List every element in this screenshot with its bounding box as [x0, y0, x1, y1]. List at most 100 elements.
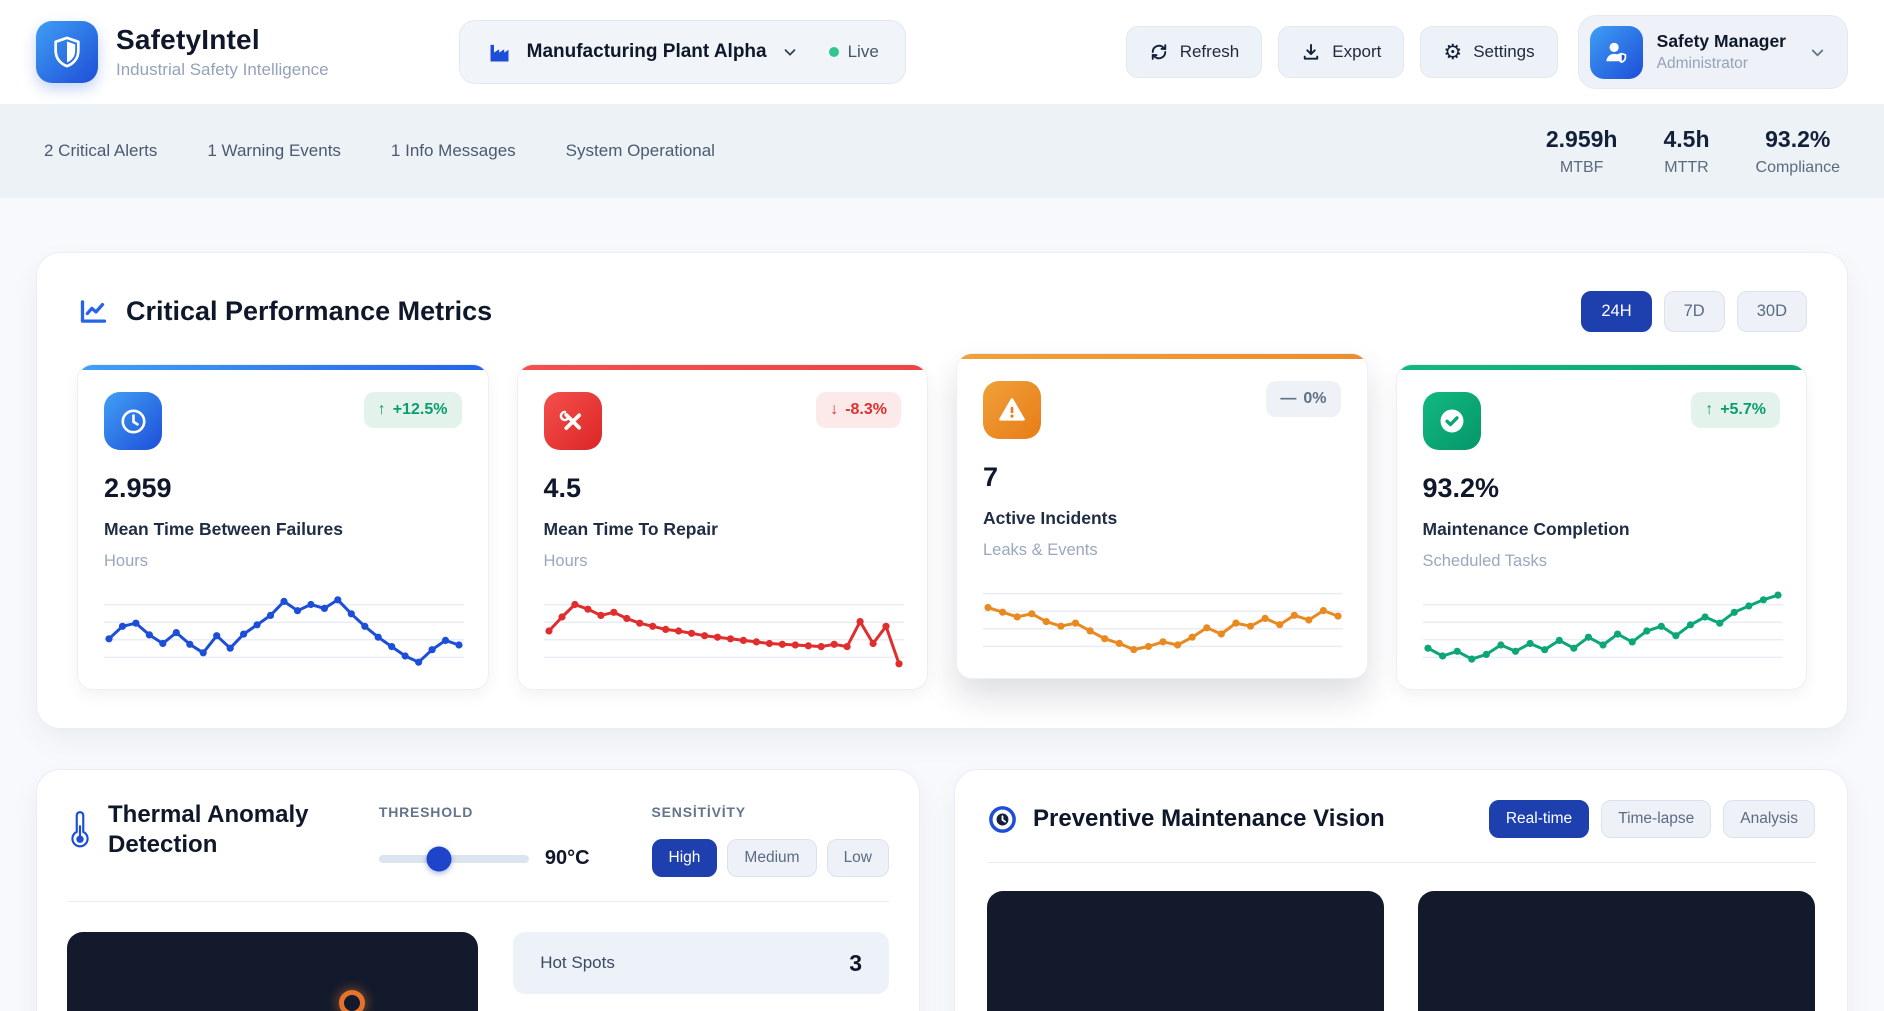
gear-icon: ⚙	[1443, 40, 1463, 64]
critical-performance-metrics-panel: Critical Performance Metrics 24H 7D 30D ↑ …	[36, 252, 1848, 729]
status-items: 2 Critical Alerts 1 Warning Events 1 Info …	[44, 141, 715, 161]
trend-arrow-icon: ↑	[377, 401, 386, 418]
metric-subtitle: Hours	[543, 552, 588, 570]
threshold-slider[interactable]	[378, 846, 529, 871]
chevron-down-icon	[1808, 43, 1827, 62]
profile-name: Safety Manager	[1656, 31, 1786, 51]
thermometer-icon	[67, 800, 93, 852]
status-item: System Operational	[565, 141, 715, 160]
vision-panel-title: Preventive Maintenance Vision	[1033, 805, 1385, 832]
metric-subtitle: Scheduled Tasks	[1422, 552, 1547, 570]
kpi-value: 93.2%	[1765, 125, 1831, 152]
profile-menu[interactable]: Safety Manager Administrator	[1577, 15, 1848, 89]
metric-card[interactable]: ↑ +12.5% 2.959 Mean Time Between Failure…	[77, 364, 489, 690]
vision-camera-view-1[interactable]	[987, 891, 1384, 1011]
metric-value: 93.2%	[1422, 473, 1500, 503]
kpi-label: MTTR	[1664, 158, 1709, 176]
kpi-label: MTBF	[1559, 158, 1604, 176]
main-content: Critical Performance Metrics 24H 7D 30D ↑ …	[0, 198, 1884, 1011]
header-actions: Refresh Export ⚙ Settings	[1125, 26, 1558, 78]
kpi: 4.5h MTTR	[1663, 126, 1709, 177]
metric-title: Mean Time Between Failures	[104, 519, 343, 539]
metric-title: Active Incidents	[983, 508, 1118, 528]
vision-mode-buttons: Real-time Time-lapse Analysis	[1488, 800, 1815, 838]
metric-card-accent	[78, 365, 488, 370]
app-title: SafetyIntel	[116, 24, 260, 55]
trend-badge: — 0%	[1266, 381, 1341, 417]
live-label: Live	[847, 42, 879, 61]
brand: SafetyIntel Industrial Safety Intelligen…	[36, 21, 329, 83]
metric-sparkline	[104, 587, 464, 675]
metrics-panel-title: Critical Performance Metrics	[126, 296, 493, 326]
factory-icon	[486, 39, 513, 66]
trend-arrow-icon: ↓	[830, 401, 839, 418]
high-button[interactable]: High	[651, 839, 718, 877]
metric-value: 4.5	[543, 473, 582, 503]
divider	[67, 901, 889, 902]
real-time-button[interactable]: Real-time	[1488, 800, 1590, 838]
metric-title: Maintenance Completion	[1422, 519, 1630, 539]
vision-eye-icon	[987, 804, 1018, 835]
30d-button[interactable]: 30D	[1736, 291, 1807, 332]
7d-button[interactable]: 7D	[1663, 291, 1725, 332]
refresh-button[interactable]: Refresh	[1125, 26, 1263, 78]
hot-spots-stat: Hot Spots 3	[513, 932, 889, 994]
status-bar: 2 Critical Alerts 1 Warning Events 1 Info …	[0, 104, 1884, 198]
kpi-value: 2.959h	[1545, 125, 1618, 152]
status-item: 1 Warning Events	[207, 141, 341, 160]
user-shield-avatar-icon	[1589, 25, 1643, 79]
status-item: 2 Critical Alerts	[44, 141, 158, 160]
threshold-slider-thumb[interactable]	[426, 846, 452, 871]
metric-sparkline	[983, 576, 1343, 664]
live-status: Live	[828, 42, 879, 62]
time-range-buttons: 24H 7D 30D	[1581, 291, 1807, 332]
metric-title: Mean Time To Repair	[543, 519, 718, 539]
app-tagline: Industrial Safety Intelligence	[116, 60, 329, 79]
export-button[interactable]: Export	[1278, 26, 1405, 78]
trend-badge: ↑ +12.5%	[363, 392, 462, 428]
trend-arrow-icon: —	[1280, 390, 1297, 407]
metric-sparkline	[543, 587, 904, 675]
plant-selector[interactable]: Manufacturing Plant Alpha Live	[458, 20, 906, 84]
profile-role: Administrator	[1656, 55, 1748, 72]
chevron-down-icon	[781, 43, 799, 61]
threshold-control: THRESHOLD 90°C	[378, 800, 590, 871]
check-icon	[1422, 392, 1481, 450]
metric-card[interactable]: — 0% 7 Active Incidents Leaks & Events	[956, 353, 1368, 679]
medium-button[interactable]: Medium	[727, 839, 817, 877]
download-icon	[1301, 42, 1321, 62]
metric-value: 2.959	[104, 473, 172, 503]
refresh-icon	[1149, 42, 1169, 62]
sensitivity-buttons: High Medium Low	[651, 839, 889, 877]
preventive-maintenance-panel: Preventive Maintenance Vision Real-time T…	[954, 769, 1848, 1011]
trend-badge: ↑ +5.7%	[1691, 392, 1780, 428]
hot-spot-marker-icon	[339, 990, 365, 1011]
thermal-panel-title: Thermal Anomaly Detection	[108, 801, 309, 859]
metric-card-accent	[1396, 365, 1806, 370]
24h-button[interactable]: 24H	[1581, 291, 1652, 332]
metric-cards: ↑ +12.5% 2.959 Mean Time Between Failure…	[77, 353, 1807, 690]
metric-card[interactable]: ↑ +5.7% 93.2% Maintenance Completion Sch…	[1395, 364, 1807, 690]
thermal-camera-view[interactable]	[67, 932, 479, 1011]
warning-icon	[983, 381, 1041, 439]
settings-button[interactable]: ⚙ Settings	[1420, 26, 1558, 78]
analysis-button[interactable]: Analysis	[1723, 800, 1815, 838]
low-button[interactable]: Low	[826, 839, 889, 877]
metric-sparkline	[1422, 587, 1783, 675]
clock-icon	[104, 392, 162, 450]
metric-card-accent	[517, 365, 927, 370]
live-dot-icon	[828, 47, 839, 57]
time-lapse-button[interactable]: Time-lapse	[1601, 800, 1712, 838]
kpi: 2.959h MTBF	[1546, 126, 1618, 177]
vision-camera-view-2[interactable]	[1418, 891, 1815, 1011]
statusbar-kpis: 2.959h MTBF 4.5h MTTR 93.2% Compliance	[1546, 126, 1840, 177]
metric-card-accent	[957, 354, 1367, 359]
trend-arrow-icon: ↑	[1705, 401, 1714, 418]
metric-subtitle: Leaks & Events	[983, 541, 1098, 559]
status-item: 1 Info Messages	[390, 141, 516, 160]
threshold-value: 90°C	[544, 847, 590, 869]
top-header: SafetyIntel Industrial Safety Intelligen…	[0, 0, 1884, 104]
shield-logo-icon	[36, 21, 98, 83]
threshold-label: THRESHOLD	[378, 804, 474, 820]
metric-card[interactable]: ↓ -8.3% 4.5 Mean Time To Repair Hours	[516, 364, 928, 690]
